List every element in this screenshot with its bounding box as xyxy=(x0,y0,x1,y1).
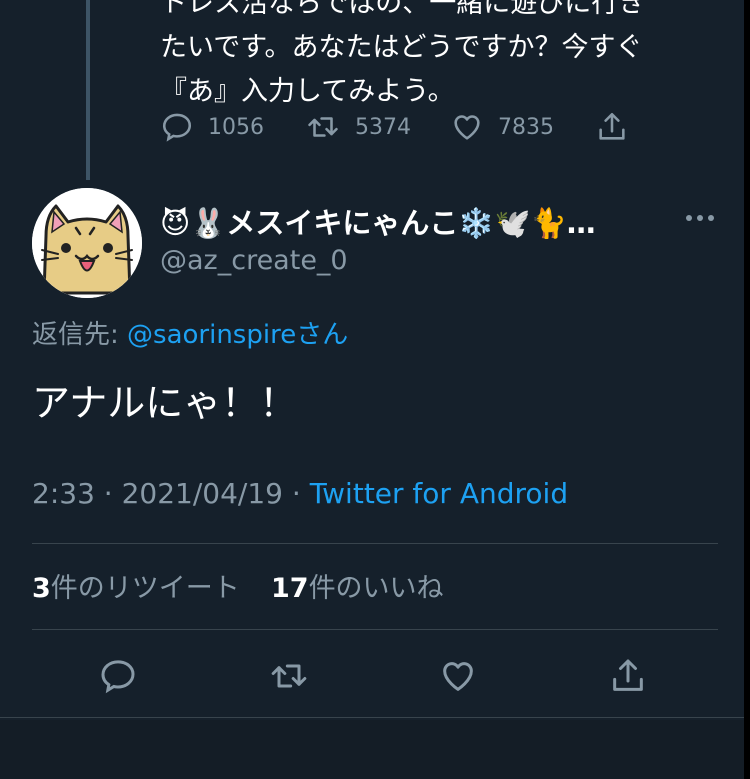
previous-tweet-text: トレス活ならではの、一緒に遊びに行き たいです。あなたはどうですか？今すぐ 『あ… xyxy=(160,0,720,114)
more-icon xyxy=(686,215,714,221)
retweets-number: 3 xyxy=(32,573,51,604)
share-icon xyxy=(613,659,643,691)
user-avatar[interactable] xyxy=(32,188,142,298)
like-button[interactable] xyxy=(438,656,478,696)
reply-to-mention-link[interactable]: @saorinspireさん xyxy=(127,320,348,350)
like-count: 7835 xyxy=(498,114,554,140)
reply-to-line: 返信先: @saorinspireさん xyxy=(32,314,348,351)
tweet-date[interactable]: 2021/04/19 xyxy=(122,477,283,510)
footer-area xyxy=(0,720,750,779)
divider xyxy=(32,629,718,630)
share-button[interactable] xyxy=(608,656,648,696)
retweet-action[interactable]: 5374 xyxy=(305,110,450,144)
likes-label: 件のいいね xyxy=(308,573,444,604)
reply-icon xyxy=(162,113,192,142)
more-options-button[interactable] xyxy=(684,212,716,224)
tweet-metadata: 2:33 · 2021/04/19 · Twitter for Android xyxy=(32,477,568,510)
reply-count: 1056 xyxy=(208,114,264,140)
reply-to-mention: @saorinspire xyxy=(127,320,297,350)
share-icon xyxy=(599,112,625,140)
tweet-body: アナルにゃ！！ xyxy=(32,381,298,425)
reply-to-suffix: さん xyxy=(296,320,349,350)
retweet-icon xyxy=(308,117,338,137)
share-action[interactable] xyxy=(595,110,629,144)
scrollbar-track xyxy=(744,0,750,779)
retweets-label: 件のリツイート xyxy=(50,573,240,604)
previous-tweet-line: たいです。あなたはどうですか？今すぐ xyxy=(160,32,643,63)
previous-tweet-line: トレス活ならではの、一緒に遊びに行き xyxy=(160,0,646,19)
likes-stat[interactable]: 17件のいいね xyxy=(271,573,444,604)
likes-number: 17 xyxy=(270,573,309,604)
thread-connector-line xyxy=(86,0,90,180)
user-handle[interactable]: @az_create_0 xyxy=(160,245,348,276)
retweet-icon xyxy=(271,664,307,688)
meta-separator: · xyxy=(282,477,310,510)
previous-tweet-actions: 1056 5374 7835 xyxy=(160,110,629,144)
meta-separator: · xyxy=(94,477,122,510)
previous-tweet-line: 『あ』入力してみよう。 xyxy=(160,76,455,107)
display-name[interactable]: 😈🐰メスイキにゃんこ❄️🕊️🐈… xyxy=(160,200,596,242)
avatar-cat xyxy=(32,188,142,298)
retweet-count: 5374 xyxy=(355,114,411,140)
tweet-time[interactable]: 2:33 xyxy=(32,477,95,510)
engagement-stats: 3件のリツイート 17件のいいね xyxy=(32,566,444,605)
retweet-button[interactable] xyxy=(268,656,310,696)
like-action[interactable]: 7835 xyxy=(450,110,595,144)
reply-icon xyxy=(101,660,135,694)
reply-button[interactable] xyxy=(98,656,138,696)
like-icon xyxy=(454,115,480,140)
reply-to-label: 返信先: xyxy=(32,320,128,350)
divider xyxy=(32,543,718,544)
tweet-source-link[interactable]: Twitter for Android xyxy=(310,477,568,510)
like-icon xyxy=(443,662,473,691)
reply-action[interactable]: 1056 xyxy=(160,110,305,144)
retweets-stat[interactable]: 3件のリツイート xyxy=(32,573,240,604)
